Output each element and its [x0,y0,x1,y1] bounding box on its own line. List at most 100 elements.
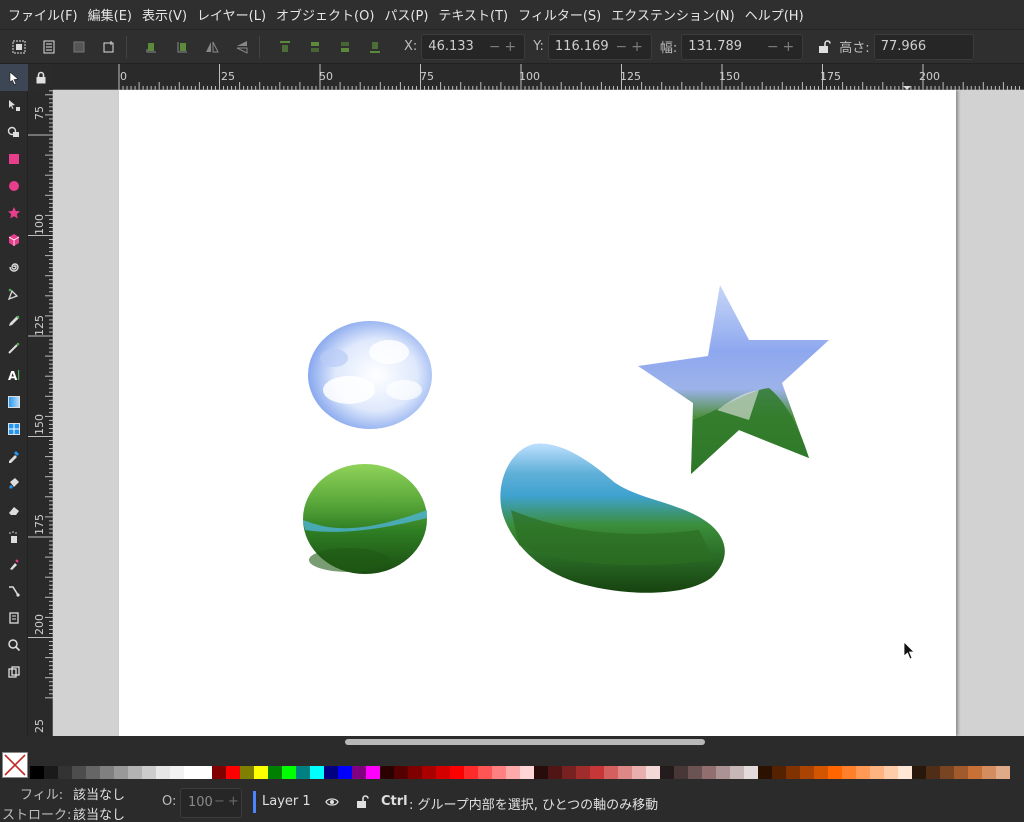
color-swatch[interactable] [44,766,58,779]
x-input[interactable]: 46.133 −+ [421,33,526,60]
menu-view[interactable]: 表示(V) [138,5,191,24]
color-swatch[interactable] [562,766,576,779]
color-swatch[interactable] [996,766,1010,779]
color-swatch[interactable] [590,766,604,779]
menu-layer[interactable]: レイヤー(L) [193,5,270,24]
color-swatch[interactable] [702,766,716,779]
color-swatch[interactable] [198,766,212,779]
color-swatch[interactable] [520,766,534,779]
color-swatch[interactable] [576,766,590,779]
horizontal-scrollbar[interactable] [345,739,705,745]
color-swatch[interactable] [548,766,562,779]
color-swatch[interactable] [296,766,310,779]
color-swatch[interactable] [128,766,142,779]
dropper-tool[interactable] [0,442,28,469]
color-swatch[interactable] [86,766,100,779]
menu-file[interactable]: ファイル(F) [4,5,82,24]
page[interactable] [119,90,956,736]
color-swatch[interactable] [170,766,184,779]
color-swatch[interactable] [912,766,926,779]
color-swatch[interactable] [380,766,394,779]
color-swatch[interactable] [506,766,520,779]
color-swatch[interactable] [408,766,422,779]
mountain-ellipse-image[interactable] [303,464,427,574]
color-swatch[interactable] [114,766,128,779]
color-swatch[interactable] [254,766,268,779]
fill-value[interactable]: 該当なし [73,784,125,803]
ellipse-tool[interactable] [0,172,28,199]
layer-visibility-toggle[interactable] [318,788,346,815]
color-swatch[interactable] [436,766,450,779]
gradient-tool[interactable] [0,388,28,415]
pages-tool[interactable] [0,604,28,631]
y-input[interactable]: 116.169 −+ [547,33,652,60]
color-swatch[interactable] [926,766,940,779]
y-spin-buttons[interactable]: −+ [615,35,646,59]
height-input[interactable]: 77.966 [873,33,974,60]
color-swatch[interactable] [786,766,800,779]
raise-to-top-button[interactable] [274,36,296,58]
color-swatch[interactable] [534,766,548,779]
color-swatch[interactable] [212,766,226,779]
node-tool[interactable] [0,91,28,118]
color-swatch[interactable] [800,766,814,779]
menu-edit[interactable]: 編集(E) [84,5,136,24]
color-swatch[interactable] [898,766,912,779]
3d-box-tool[interactable] [0,226,28,253]
spiral-tool[interactable] [0,253,28,280]
color-swatch[interactable] [954,766,968,779]
menu-text[interactable]: テキスト(T) [434,5,512,24]
color-swatch[interactable] [100,766,114,779]
layer-lock-toggle[interactable] [348,788,376,815]
color-swatch[interactable] [674,766,688,779]
color-swatch[interactable] [982,766,996,779]
star-tool[interactable] [0,199,28,226]
color-swatch[interactable] [492,766,506,779]
menu-extensions[interactable]: エクステンション(N) [607,5,738,24]
color-swatch[interactable] [772,766,786,779]
calligraphy-tool[interactable] [0,334,28,361]
flip-vertical-button[interactable] [231,36,253,58]
color-swatch[interactable] [730,766,744,779]
color-swatch[interactable] [716,766,730,779]
color-swatch[interactable] [744,766,758,779]
connector-tool[interactable] [0,577,28,604]
eraser-tool[interactable] [0,496,28,523]
guides-lock-toggle[interactable] [28,64,53,90]
cloud-ellipse-image[interactable] [308,321,432,429]
color-swatch[interactable] [618,766,632,779]
rectangle-tool[interactable] [0,145,28,172]
color-swatch[interactable] [688,766,702,779]
layer-name[interactable]: Layer 1 [262,794,311,809]
color-swatch[interactable] [870,766,884,779]
menu-object[interactable]: オブジェクト(O) [272,5,378,24]
color-swatch[interactable] [282,766,296,779]
rotate-ccw-button[interactable] [141,36,163,58]
mountain-star-image[interactable] [638,285,829,474]
color-swatch[interactable] [464,766,478,779]
opacity-input[interactable]: 100 −+ [180,788,242,818]
color-swatch[interactable] [226,766,240,779]
color-swatch[interactable] [72,766,86,779]
width-spin-buttons[interactable]: −+ [767,35,798,59]
text-tool[interactable]: A [0,361,28,388]
color-swatch[interactable] [632,766,646,779]
touch-select-button[interactable] [98,36,120,58]
canvas[interactable] [53,90,1024,736]
pencil-tool[interactable] [0,307,28,334]
color-swatch[interactable] [758,766,772,779]
rotate-cw-button[interactable] [171,36,193,58]
paint-bucket-tool[interactable] [0,469,28,496]
color-swatch[interactable] [856,766,870,779]
color-swatch[interactable] [478,766,492,779]
color-swatch[interactable] [968,766,982,779]
color-swatch[interactable] [842,766,856,779]
color-swatch[interactable] [240,766,254,779]
color-swatch[interactable] [450,766,464,779]
opacity-spin-buttons[interactable]: −+ [214,794,242,809]
mesh-tool[interactable] [0,415,28,442]
color-swatch[interactable] [30,766,44,779]
color-swatch[interactable] [142,766,156,779]
measure-tool[interactable] [0,658,28,685]
color-swatch[interactable] [884,766,898,779]
